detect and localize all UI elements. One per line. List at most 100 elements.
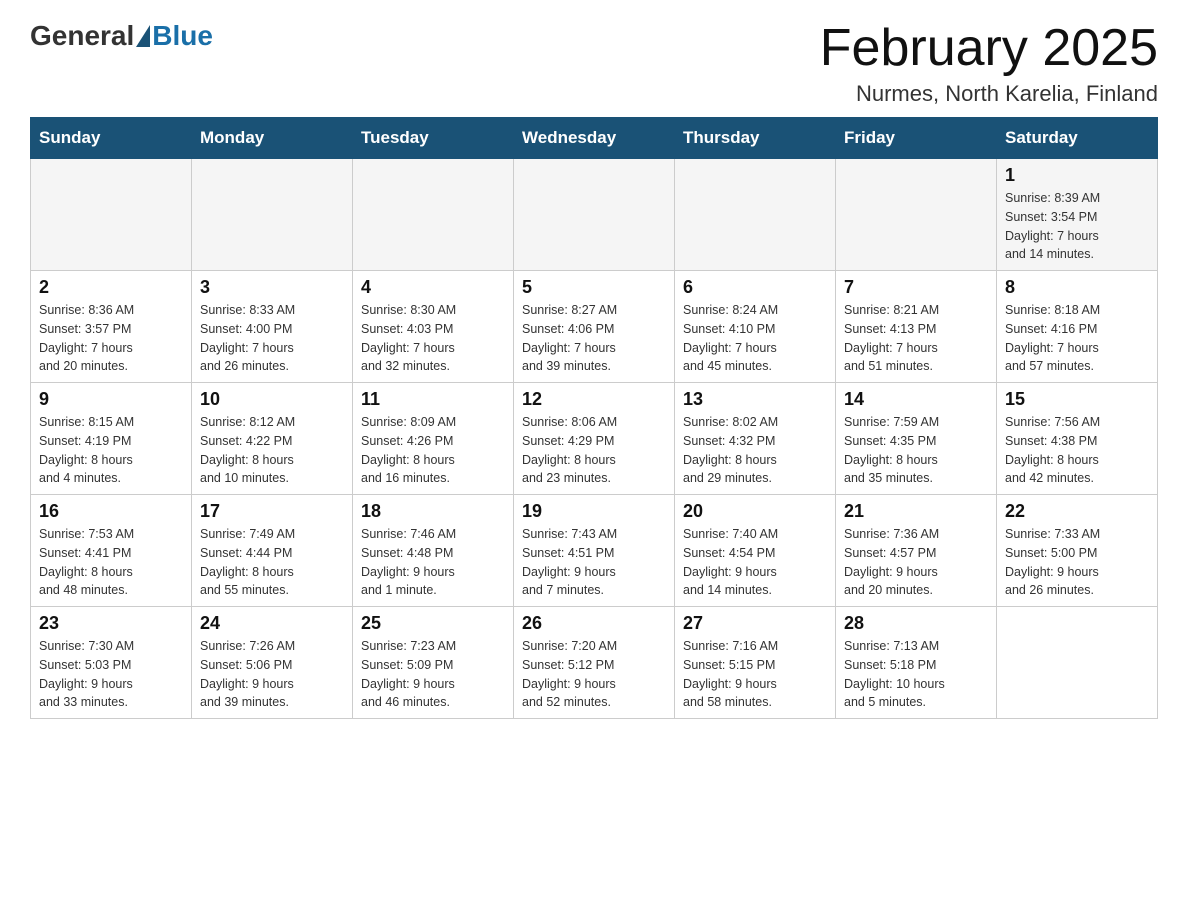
day-number: 11 xyxy=(361,389,505,410)
calendar-day-cell: 24Sunrise: 7:26 AM Sunset: 5:06 PM Dayli… xyxy=(192,607,353,719)
day-number: 3 xyxy=(200,277,344,298)
calendar-header-row: SundayMondayTuesdayWednesdayThursdayFrid… xyxy=(31,118,1158,159)
logo-general-text: General xyxy=(30,20,134,52)
day-header-sunday: Sunday xyxy=(31,118,192,159)
day-info: Sunrise: 7:59 AM Sunset: 4:35 PM Dayligh… xyxy=(844,413,988,488)
day-number: 28 xyxy=(844,613,988,634)
calendar-day-cell: 14 Sunrise: 7:59 AM Sunset: 4:35 PM Dayli… xyxy=(836,383,997,495)
day-number: 10 xyxy=(200,389,344,410)
day-number: 22 xyxy=(1005,501,1149,522)
calendar-day-cell: 25Sunrise: 7:23 AM Sunset: 5:09 PM Dayli… xyxy=(353,607,514,719)
calendar-day-cell: 28 Sunrise: 7:13 AM Sunset: 5:18 PM Dayli… xyxy=(836,607,997,719)
day-number: 17 xyxy=(200,501,344,522)
calendar-week-row: 9 Sunrise: 8:15 AM Sunset: 4:19 PM Daylig… xyxy=(31,383,1158,495)
calendar-day-cell xyxy=(31,159,192,271)
calendar-day-cell: 5 Sunrise: 8:27 AM Sunset: 4:06 PM Daylig… xyxy=(514,271,675,383)
calendar-day-cell: 21 Sunrise: 7:36 AM Sunset: 4:57 PM Dayli… xyxy=(836,495,997,607)
calendar-day-cell: 4 Sunrise: 8:30 AM Sunset: 4:03 PM Daylig… xyxy=(353,271,514,383)
logo-triangle-icon xyxy=(136,25,150,47)
day-number: 1 xyxy=(1005,165,1149,186)
day-number: 15 xyxy=(1005,389,1149,410)
day-info: Sunrise: 7:43 AM Sunset: 4:51 PM Dayligh… xyxy=(522,525,666,600)
calendar-day-cell: 13Sunrise: 8:02 AM Sunset: 4:32 PM Dayli… xyxy=(675,383,836,495)
day-number: 19 xyxy=(522,501,666,522)
day-header-friday: Friday xyxy=(836,118,997,159)
calendar-week-row: 1 Sunrise: 8:39 AM Sunset: 3:54 PM Daylig… xyxy=(31,159,1158,271)
day-info: Sunrise: 7:30 AM Sunset: 5:03 PM Dayligh… xyxy=(39,637,183,712)
day-info: Sunrise: 8:30 AM Sunset: 4:03 PM Dayligh… xyxy=(361,301,505,376)
day-number: 26 xyxy=(522,613,666,634)
day-header-monday: Monday xyxy=(192,118,353,159)
calendar-day-cell: 17 Sunrise: 7:49 AM Sunset: 4:44 PM Dayli… xyxy=(192,495,353,607)
day-info: Sunrise: 8:36 AM Sunset: 3:57 PM Dayligh… xyxy=(39,301,183,376)
calendar-title: February 2025 xyxy=(820,20,1158,77)
day-number: 27 xyxy=(683,613,827,634)
calendar-day-cell: 7Sunrise: 8:21 AM Sunset: 4:13 PM Daylig… xyxy=(836,271,997,383)
day-number: 5 xyxy=(522,277,666,298)
day-number: 2 xyxy=(39,277,183,298)
day-info: Sunrise: 7:33 AM Sunset: 5:00 PM Dayligh… xyxy=(1005,525,1149,600)
day-number: 6 xyxy=(683,277,827,298)
day-info: Sunrise: 8:33 AM Sunset: 4:00 PM Dayligh… xyxy=(200,301,344,376)
day-info: Sunrise: 8:12 AM Sunset: 4:22 PM Dayligh… xyxy=(200,413,344,488)
day-number: 18 xyxy=(361,501,505,522)
logo: General Blue xyxy=(30,20,213,52)
calendar-subtitle: Nurmes, North Karelia, Finland xyxy=(820,81,1158,107)
calendar-day-cell: 18 Sunrise: 7:46 AM Sunset: 4:48 PM Dayli… xyxy=(353,495,514,607)
calendar-day-cell: 8 Sunrise: 8:18 AM Sunset: 4:16 PM Daylig… xyxy=(997,271,1158,383)
calendar-day-cell: 27 Sunrise: 7:16 AM Sunset: 5:15 PM Dayli… xyxy=(675,607,836,719)
calendar-day-cell: 20 Sunrise: 7:40 AM Sunset: 4:54 PM Dayli… xyxy=(675,495,836,607)
calendar-day-cell: 6Sunrise: 8:24 AM Sunset: 4:10 PM Daylig… xyxy=(675,271,836,383)
day-info: Sunrise: 8:15 AM Sunset: 4:19 PM Dayligh… xyxy=(39,413,183,488)
day-header-saturday: Saturday xyxy=(997,118,1158,159)
calendar-week-row: 2 Sunrise: 8:36 AM Sunset: 3:57 PM Daylig… xyxy=(31,271,1158,383)
calendar-day-cell: 19 Sunrise: 7:43 AM Sunset: 4:51 PM Dayli… xyxy=(514,495,675,607)
calendar-day-cell: 1 Sunrise: 8:39 AM Sunset: 3:54 PM Daylig… xyxy=(997,159,1158,271)
calendar-day-cell: 26 Sunrise: 7:20 AM Sunset: 5:12 PM Dayli… xyxy=(514,607,675,719)
day-info: Sunrise: 7:46 AM Sunset: 4:48 PM Dayligh… xyxy=(361,525,505,600)
day-info: Sunrise: 8:18 AM Sunset: 4:16 PM Dayligh… xyxy=(1005,301,1149,376)
day-number: 9 xyxy=(39,389,183,410)
day-number: 14 xyxy=(844,389,988,410)
calendar-day-cell xyxy=(997,607,1158,719)
calendar-day-cell: 2 Sunrise: 8:36 AM Sunset: 3:57 PM Daylig… xyxy=(31,271,192,383)
calendar-day-cell: 12 Sunrise: 8:06 AM Sunset: 4:29 PM Dayli… xyxy=(514,383,675,495)
day-info: Sunrise: 7:20 AM Sunset: 5:12 PM Dayligh… xyxy=(522,637,666,712)
calendar-day-cell xyxy=(836,159,997,271)
calendar-table: SundayMondayTuesdayWednesdayThursdayFrid… xyxy=(30,117,1158,719)
day-info: Sunrise: 8:39 AM Sunset: 3:54 PM Dayligh… xyxy=(1005,189,1149,264)
day-number: 24 xyxy=(200,613,344,634)
day-number: 12 xyxy=(522,389,666,410)
title-block: February 2025 Nurmes, North Karelia, Fin… xyxy=(820,20,1158,107)
calendar-day-cell xyxy=(353,159,514,271)
calendar-week-row: 16 Sunrise: 7:53 AM Sunset: 4:41 PM Dayli… xyxy=(31,495,1158,607)
day-info: Sunrise: 7:56 AM Sunset: 4:38 PM Dayligh… xyxy=(1005,413,1149,488)
day-info: Sunrise: 8:27 AM Sunset: 4:06 PM Dayligh… xyxy=(522,301,666,376)
calendar-day-cell: 22 Sunrise: 7:33 AM Sunset: 5:00 PM Dayli… xyxy=(997,495,1158,607)
day-number: 25 xyxy=(361,613,505,634)
calendar-day-cell: 10 Sunrise: 8:12 AM Sunset: 4:22 PM Dayli… xyxy=(192,383,353,495)
day-number: 8 xyxy=(1005,277,1149,298)
calendar-day-cell: 9 Sunrise: 8:15 AM Sunset: 4:19 PM Daylig… xyxy=(31,383,192,495)
calendar-day-cell: 16 Sunrise: 7:53 AM Sunset: 4:41 PM Dayli… xyxy=(31,495,192,607)
day-number: 16 xyxy=(39,501,183,522)
day-info: Sunrise: 8:21 AM Sunset: 4:13 PM Dayligh… xyxy=(844,301,988,376)
day-info: Sunrise: 7:16 AM Sunset: 5:15 PM Dayligh… xyxy=(683,637,827,712)
calendar-day-cell: 23Sunrise: 7:30 AM Sunset: 5:03 PM Dayli… xyxy=(31,607,192,719)
day-number: 4 xyxy=(361,277,505,298)
day-number: 21 xyxy=(844,501,988,522)
day-info: Sunrise: 7:40 AM Sunset: 4:54 PM Dayligh… xyxy=(683,525,827,600)
day-header-tuesday: Tuesday xyxy=(353,118,514,159)
day-info: Sunrise: 7:13 AM Sunset: 5:18 PM Dayligh… xyxy=(844,637,988,712)
day-info: Sunrise: 7:36 AM Sunset: 4:57 PM Dayligh… xyxy=(844,525,988,600)
logo-blue-text: Blue xyxy=(152,20,213,52)
calendar-day-cell: 11 Sunrise: 8:09 AM Sunset: 4:26 PM Dayli… xyxy=(353,383,514,495)
day-number: 13 xyxy=(683,389,827,410)
day-info: Sunrise: 7:53 AM Sunset: 4:41 PM Dayligh… xyxy=(39,525,183,600)
calendar-week-row: 23Sunrise: 7:30 AM Sunset: 5:03 PM Dayli… xyxy=(31,607,1158,719)
day-info: Sunrise: 8:06 AM Sunset: 4:29 PM Dayligh… xyxy=(522,413,666,488)
calendar-day-cell xyxy=(675,159,836,271)
day-number: 20 xyxy=(683,501,827,522)
day-info: Sunrise: 7:49 AM Sunset: 4:44 PM Dayligh… xyxy=(200,525,344,600)
day-info: Sunrise: 8:09 AM Sunset: 4:26 PM Dayligh… xyxy=(361,413,505,488)
